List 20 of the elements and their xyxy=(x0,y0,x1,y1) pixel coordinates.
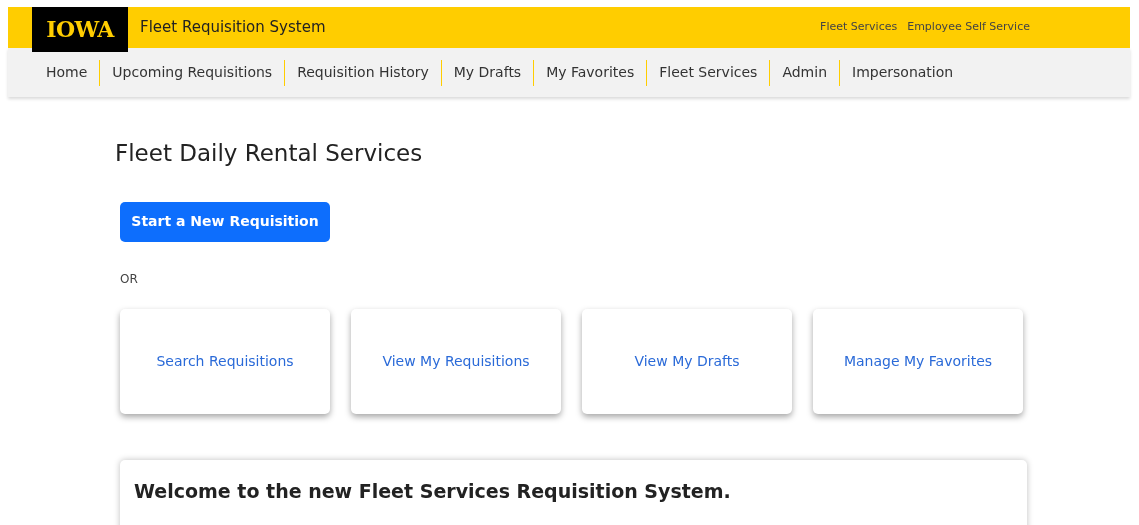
header-link[interactable]: Fleet Services xyxy=(820,19,898,36)
nav-link[interactable]: Admin xyxy=(770,62,839,83)
action-card[interactable]: Manage My Favorites xyxy=(813,308,1023,414)
start-requisition-button[interactable]: Start a New Requisition xyxy=(120,201,330,242)
nav-link[interactable]: My Drafts xyxy=(441,62,534,83)
page-title: Fleet Daily Rental Services xyxy=(115,139,424,168)
or-label: OR xyxy=(120,270,138,288)
action-card[interactable]: Search Requisitions xyxy=(120,308,330,414)
action-card[interactable]: View My Drafts xyxy=(582,308,792,414)
nav-link[interactable]: My Favorites xyxy=(534,62,647,83)
nav-link[interactable]: Upcoming Requisitions xyxy=(100,62,285,83)
nav-link[interactable]: Impersonation xyxy=(840,62,966,83)
welcome-title: Welcome to the new Fleet Services Requisition System. xyxy=(134,478,731,504)
nav-link[interactable]: Fleet Services xyxy=(647,62,770,83)
nav-link[interactable]: Home xyxy=(34,62,100,83)
nav-link[interactable]: Requisition History xyxy=(285,62,441,83)
action-card[interactable]: View My Requisitions xyxy=(351,308,561,414)
logo[interactable]: IOWA xyxy=(32,7,128,52)
app-title: Fleet Requisition System xyxy=(140,17,326,39)
header-link[interactable]: Employee Self Service xyxy=(907,19,1030,36)
